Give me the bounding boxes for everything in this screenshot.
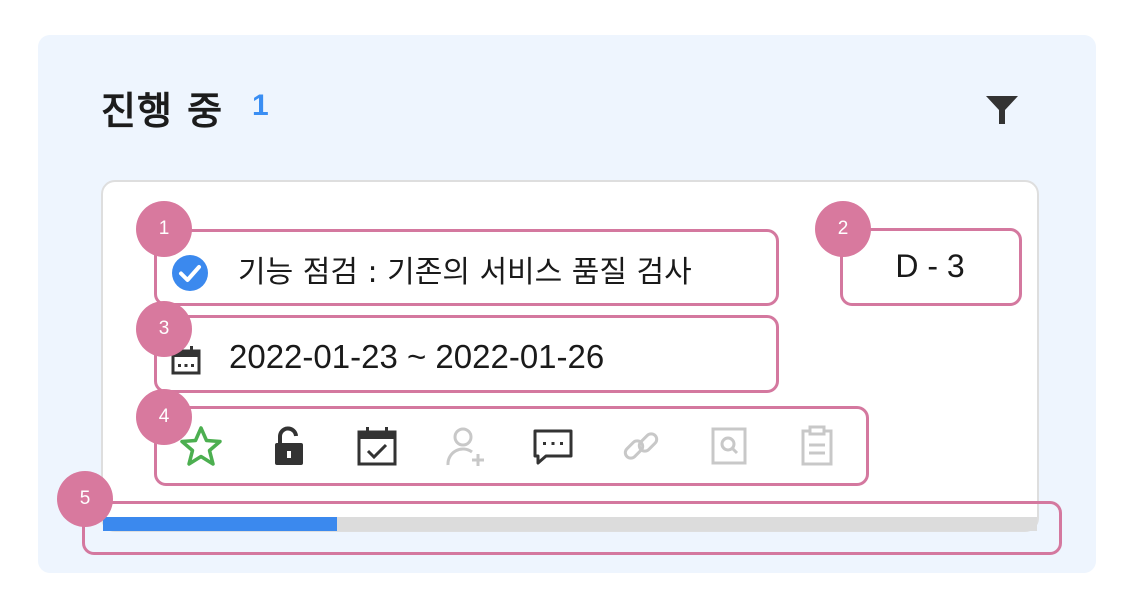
highlight-box-3 [154, 315, 779, 393]
highlight-box-1 [154, 229, 779, 306]
highlight-box-5 [82, 501, 1062, 555]
section-title: 진행 중 [101, 89, 224, 133]
annotation-badge-1: 1 [136, 201, 192, 257]
annotation-badge-5: 5 [57, 471, 113, 527]
annotation-badge-4: 4 [136, 389, 192, 445]
annotation-badge-2: 2 [815, 201, 871, 257]
section-count: 1 [252, 89, 269, 122]
highlight-box-4 [154, 406, 869, 486]
filter-icon[interactable] [984, 94, 1020, 126]
annotation-badge-3: 3 [136, 301, 192, 357]
